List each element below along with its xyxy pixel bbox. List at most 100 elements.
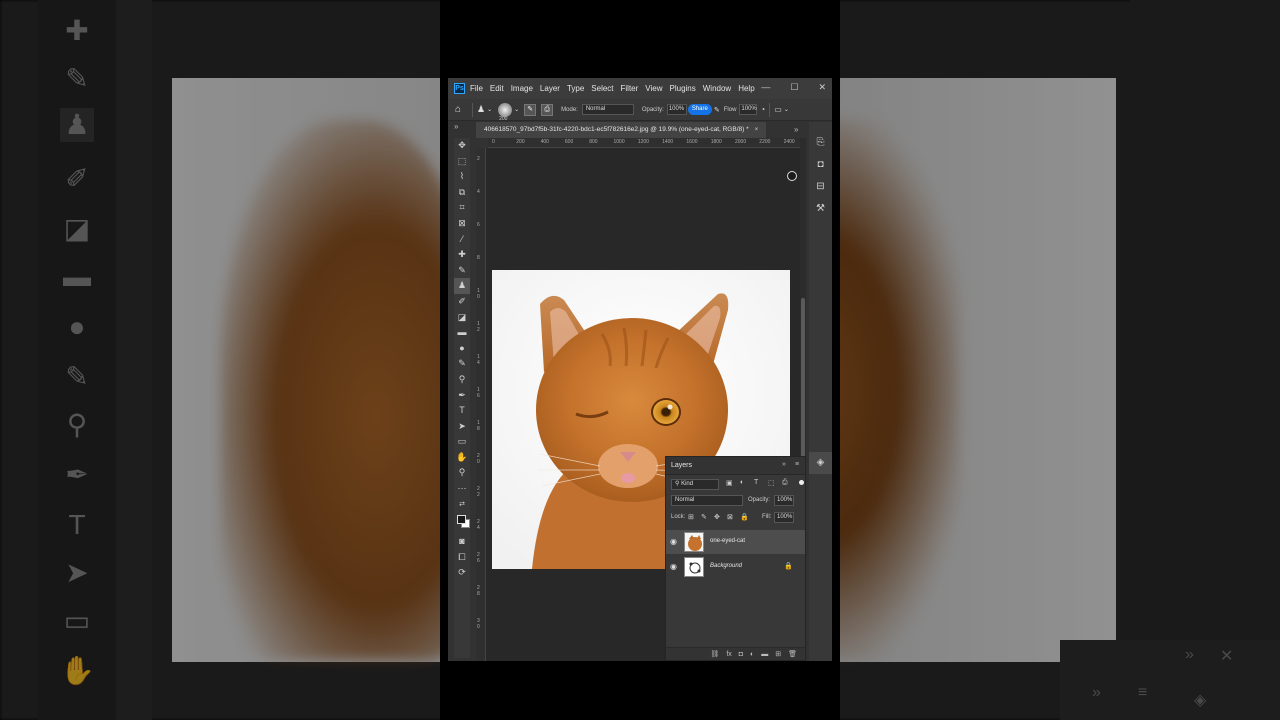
- move-tool-icon[interactable]: ✥: [454, 138, 470, 154]
- lock-position-icon[interactable]: ✥: [714, 513, 720, 521]
- brush-tool-icon[interactable]: ✎: [454, 263, 470, 279]
- gradient-tool-icon[interactable]: ▬: [454, 325, 470, 341]
- marquee-tool-icon[interactable]: ⬚: [454, 154, 470, 170]
- home-icon[interactable]: ⌂: [448, 104, 468, 115]
- lasso-tool-icon[interactable]: ⌇: [454, 169, 470, 185]
- smoothing-icon[interactable]: ◔: [760, 105, 765, 114]
- menu-layer[interactable]: Layer: [540, 84, 560, 93]
- eraser-tool-icon[interactable]: ◪: [454, 310, 470, 326]
- new-layer-icon[interactable]: ⊞: [775, 650, 781, 658]
- ruler-tick-label: 400: [540, 139, 549, 145]
- chevron-down-icon[interactable]: ⌄: [487, 106, 492, 113]
- menu-image[interactable]: Image: [511, 84, 533, 93]
- menu-file[interactable]: File: [470, 84, 483, 93]
- menu-help[interactable]: Help: [738, 84, 754, 93]
- rectangle-tool-icon[interactable]: ▭: [454, 434, 470, 450]
- hand-tool-icon[interactable]: ✋: [454, 450, 470, 466]
- type-tool-icon[interactable]: T: [454, 403, 470, 419]
- brush-settings-panel-icon[interactable]: ⊟: [809, 176, 832, 198]
- delete-layer-icon[interactable]: 🗑: [788, 650, 797, 658]
- lock-transparency-icon[interactable]: ⊞: [688, 513, 694, 521]
- close-tab-icon[interactable]: ×: [754, 126, 758, 133]
- tabs-overflow-icon[interactable]: »: [794, 125, 798, 134]
- menu-type[interactable]: Type: [567, 84, 584, 93]
- toolbar-collapse-icon[interactable]: »: [454, 122, 458, 131]
- visibility-eye-icon[interactable]: ◉: [670, 537, 677, 546]
- clone-stamp-tool-icon[interactable]: ♟: [454, 278, 470, 294]
- chevron-down-icon[interactable]: ⌄: [784, 106, 789, 113]
- swap-colors-icon[interactable]: ⇄: [454, 497, 470, 513]
- dodge-tool-icon[interactable]: ✎: [454, 356, 470, 372]
- workspace-icon[interactable]: ▭: [774, 105, 782, 114]
- foreground-color-swatch[interactable]: [457, 515, 466, 525]
- layer-opacity-input[interactable]: 100%: [774, 495, 794, 506]
- panel-menu-icon[interactable]: ≡: [795, 461, 799, 468]
- comments-icon[interactable]: ◘: [809, 154, 832, 176]
- menu-window[interactable]: Window: [703, 84, 731, 93]
- pixel-filter-icon[interactable]: ▣: [726, 479, 733, 487]
- fill-input[interactable]: 100%: [774, 512, 794, 523]
- layer-row-one-eyed-cat[interactable]: ◉ one-eyed-cat: [666, 530, 805, 554]
- generative-icon[interactable]: ⟳: [454, 565, 470, 581]
- smart-object-filter-icon[interactable]: ⎙: [782, 479, 788, 487]
- adjustment-layer-icon[interactable]: ◐: [750, 651, 754, 658]
- layers-panel-header: Layers » ≡: [666, 457, 805, 475]
- blur-tool-icon[interactable]: ●: [454, 341, 470, 357]
- kind-filter-select[interactable]: ⚲ Kind: [671, 479, 719, 490]
- mode-select[interactable]: Normal: [581, 104, 634, 115]
- color-swatches[interactable]: [454, 512, 470, 534]
- lock-artboard-icon[interactable]: ⊠: [727, 513, 733, 521]
- layer-name[interactable]: Background: [710, 563, 742, 569]
- link-layers-icon[interactable]: ⛓: [710, 650, 719, 658]
- object-select-tool-icon[interactable]: ⧉: [454, 185, 470, 201]
- menu-select[interactable]: Select: [591, 84, 613, 93]
- adjustments-icon[interactable]: ⚒: [809, 198, 832, 220]
- minimize-button[interactable]: —: [761, 82, 770, 93]
- lock-all-icon[interactable]: 🔒: [740, 513, 749, 521]
- quick-mask-icon[interactable]: ◙: [454, 534, 470, 550]
- brush-settings-icon[interactable]: ✎: [524, 103, 537, 116]
- layer-lock-icon: 🔒: [784, 563, 793, 570]
- pen-tool-icon[interactable]: ✒: [454, 388, 470, 404]
- pressure-opacity-icon[interactable]: ✎: [714, 106, 720, 114]
- flow-input[interactable]: 100%: [739, 104, 758, 115]
- lock-image-icon[interactable]: ✎: [701, 513, 707, 521]
- opacity-input[interactable]: 100%: [666, 104, 687, 115]
- filter-toggle[interactable]: [799, 480, 804, 485]
- menu-edit[interactable]: Edit: [490, 84, 504, 93]
- zoom-magnifier-icon[interactable]: ⚲: [454, 372, 470, 388]
- blend-mode-select[interactable]: Normal: [671, 495, 743, 506]
- visibility-eye-icon[interactable]: ◉: [670, 562, 677, 571]
- zoom-tool-icon[interactable]: ⚲: [454, 465, 470, 481]
- add-mask-icon[interactable]: ◘: [739, 651, 743, 658]
- history-brush-tool-icon[interactable]: ✐: [454, 294, 470, 310]
- layers-panel-icon[interactable]: ◈: [809, 452, 832, 474]
- fx-icon[interactable]: fx: [726, 651, 731, 658]
- healing-brush-tool-icon[interactable]: ✚: [454, 247, 470, 263]
- share-button[interactable]: Share: [687, 104, 712, 115]
- clone-source-icon[interactable]: ⎙: [541, 103, 554, 116]
- menu-plugins[interactable]: Plugins: [670, 84, 696, 93]
- layer-row-background[interactable]: ◉ Background 🔒: [666, 555, 805, 579]
- layer-name[interactable]: one-eyed-cat: [710, 538, 745, 544]
- new-group-icon[interactable]: ▬: [761, 651, 768, 658]
- menu-view[interactable]: View: [645, 84, 662, 93]
- frame-tool-icon[interactable]: ⊠: [454, 216, 470, 232]
- brush-preset-picker[interactable]: 200: [498, 102, 513, 122]
- more-tools-icon[interactable]: ⋯: [454, 481, 470, 497]
- crop-tool-icon[interactable]: ⌗: [454, 200, 470, 216]
- adjustment-filter-icon[interactable]: ◐: [740, 479, 744, 486]
- shape-filter-icon[interactable]: ⬚: [768, 479, 775, 487]
- eyedropper-tool-icon[interactable]: ⁄: [454, 232, 470, 248]
- close-button[interactable]: ✕: [818, 82, 826, 93]
- menu-filter[interactable]: Filter: [621, 84, 639, 93]
- clone-stamp-tool-icon[interactable]: ♟: [477, 104, 485, 115]
- clone-source-panel-icon[interactable]: ⎘: [809, 132, 832, 154]
- document-tab[interactable]: 406618570_97bd7f5b-31fc-4220-bdc1-ec5f78…: [476, 122, 766, 138]
- collapse-icon[interactable]: »: [782, 461, 786, 468]
- maximize-button[interactable]: ☐: [790, 82, 798, 93]
- chevron-down-icon[interactable]: ⌄: [514, 106, 519, 113]
- screen-mode-icon[interactable]: ⧠: [454, 550, 470, 566]
- type-filter-icon[interactable]: T: [754, 479, 758, 486]
- path-select-tool-icon[interactable]: ➤: [454, 419, 470, 435]
